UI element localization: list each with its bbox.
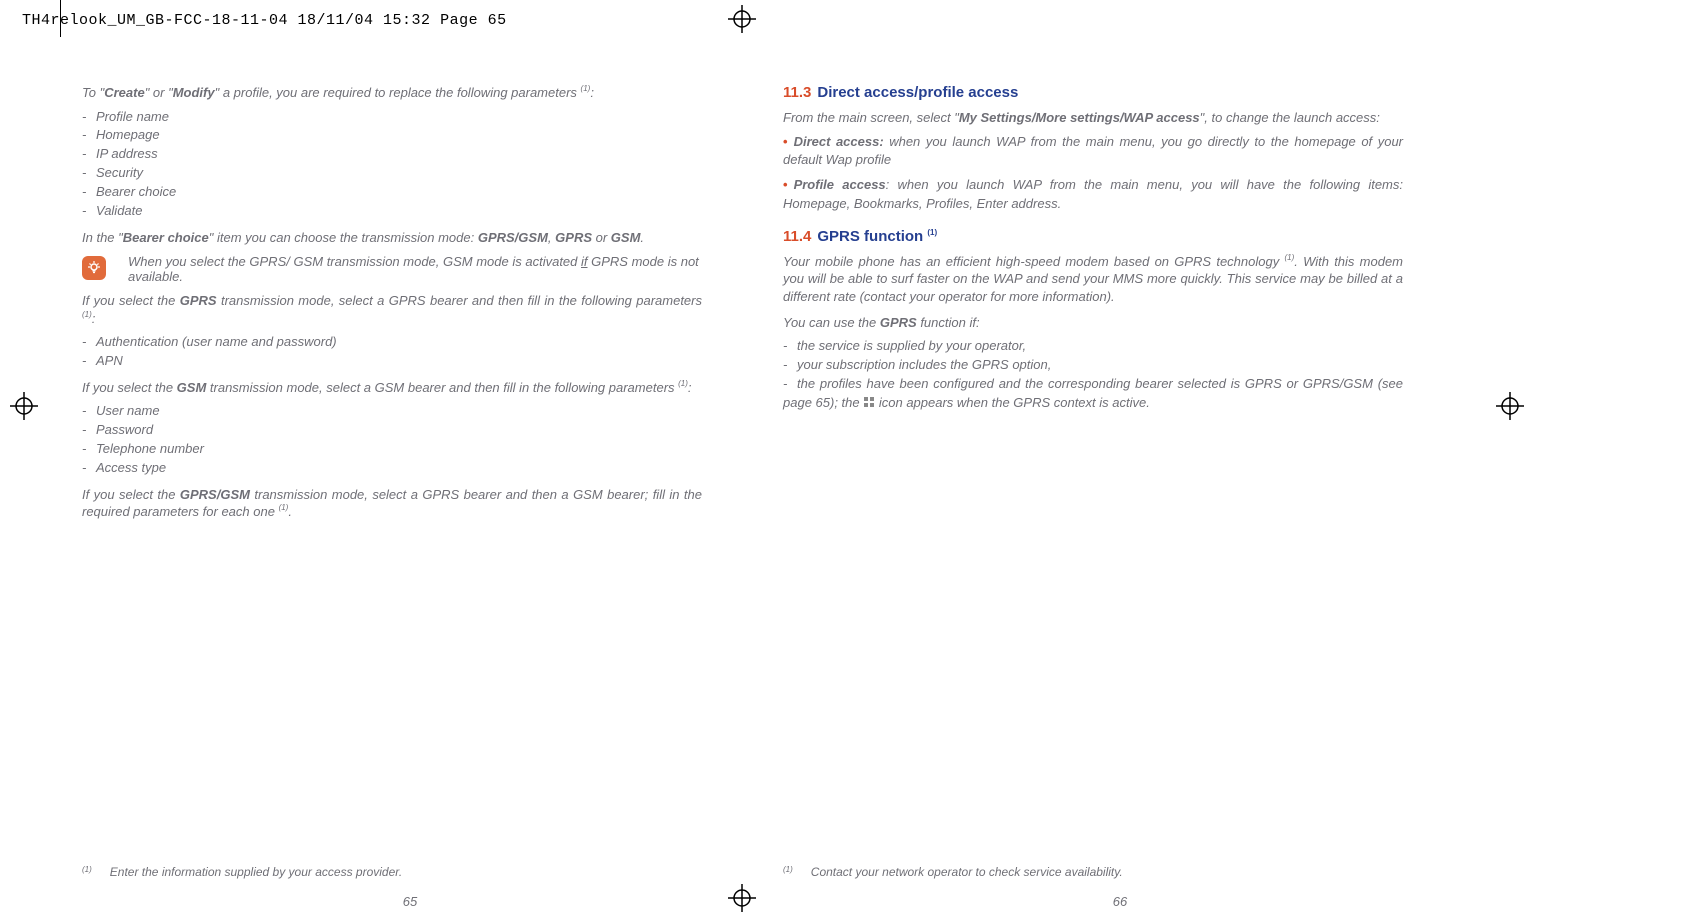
gprs-use-intro: You can use the GPRS function if: — [783, 314, 1403, 332]
text: To " — [82, 85, 104, 100]
text-bold: GSM — [177, 380, 207, 395]
list-item: -Authentication (user name and password) — [82, 333, 702, 352]
gprs-icon — [863, 396, 875, 408]
list-item: -Security — [82, 164, 702, 183]
text-bold: Direct access: — [794, 134, 884, 149]
intro-paragraph: To "Create" or "Modify" a profile, you a… — [82, 84, 702, 102]
text: . — [640, 230, 644, 245]
text: transmission mode, select a GSM bearer a… — [206, 380, 678, 395]
list-item: -Telephone number — [82, 440, 702, 459]
gsm-select-paragraph: If you select the GSM transmission mode,… — [82, 379, 702, 397]
gsm-params-list: -User name -Password -Telephone number -… — [82, 402, 702, 477]
text-bold: GPRS — [180, 293, 217, 308]
text: Your mobile phone has an efficient high-… — [783, 254, 1284, 269]
footnote-mark: (1) — [82, 865, 92, 874]
list-item: -APN — [82, 352, 702, 371]
print-header: TH4relook_UM_GB-FCC-18-11-04 18/11/04 15… — [22, 12, 507, 29]
list-item: -User name — [82, 402, 702, 421]
text: : — [92, 311, 96, 326]
text: If you select the — [82, 293, 180, 308]
gprs-select-paragraph: If you select the GPRS transmission mode… — [82, 292, 702, 327]
text: If you select the — [82, 380, 177, 395]
text-bold: Modify — [173, 85, 215, 100]
footnote-text: Enter the information supplied by your a… — [110, 865, 402, 879]
page-number-right: 66 — [1100, 894, 1140, 909]
tip-text: When you select the GPRS/ GSM transmissi… — [128, 254, 702, 284]
tip-box: When you select the GPRS/ GSM transmissi… — [82, 254, 702, 284]
list-item: -IP address — [82, 145, 702, 164]
footnote-mark: (1) — [783, 865, 793, 874]
wap-access-paragraph: From the main screen, select "My Setting… — [783, 109, 1403, 127]
heading-title: Direct access/profile access — [817, 84, 1018, 101]
gprs-conditions-list: -the service is supplied by your operato… — [783, 337, 1403, 412]
text: or — [592, 230, 611, 245]
text-bold: Profile access — [794, 177, 886, 192]
list-item: -the service is supplied by your operato… — [783, 337, 1403, 356]
footnote-right: (1) Contact your network operator to chec… — [783, 865, 1403, 879]
page-65: To "Create" or "Modify" a profile, you a… — [82, 84, 702, 527]
heading-11-3: 11.3 Direct access/profile access — [783, 84, 1403, 101]
text-bold: GPRS — [555, 230, 592, 245]
footnote-ref: (1) — [581, 84, 591, 93]
text: transmission mode, select a GPRS bearer … — [217, 293, 702, 308]
gprs-gsm-paragraph: If you select the GPRS/GSM transmission … — [82, 486, 702, 521]
text: In the " — [82, 230, 123, 245]
heading-11-4: 11.4 GPRS function (1) — [783, 228, 1403, 245]
footnote-ref: (1) — [82, 310, 92, 319]
text: : — [590, 85, 594, 100]
lightbulb-icon — [82, 256, 106, 280]
profile-params-list: -Profile name -Homepage -IP address -Sec… — [82, 108, 702, 221]
list-item: -your subscription includes the GPRS opt… — [783, 356, 1403, 375]
text-bold: My Settings/More settings/WAP access — [959, 110, 1200, 125]
gprs-params-list: -Authentication (user name and password)… — [82, 333, 702, 371]
registration-mark-bottom — [728, 884, 756, 912]
page-66: 11.3 Direct access/profile access From th… — [783, 84, 1403, 418]
bearer-choice-paragraph: In the "Bearer choice" item you can choo… — [82, 229, 702, 247]
text-bold: GPRS/GSM — [478, 230, 548, 245]
text: : — [688, 380, 692, 395]
footnote-ref: (1) — [279, 503, 289, 512]
list-item: -Bearer choice — [82, 183, 702, 202]
text: You can use the — [783, 315, 880, 330]
list-item: -Access type — [82, 459, 702, 478]
list-item: -Password — [82, 421, 702, 440]
page-number-left: 65 — [390, 894, 430, 909]
footnote-ref: (1) — [927, 228, 937, 237]
footnote-text: Contact your network operator to check s… — [811, 865, 1123, 879]
list-item: •Direct access: when you launch WAP from… — [783, 133, 1403, 171]
text: " item you can choose the transmission m… — [209, 230, 478, 245]
footnote-ref: (1) — [678, 379, 688, 388]
registration-mark-top — [728, 5, 756, 33]
crop-mark — [60, 0, 61, 37]
text: " a profile, you are required to replace… — [215, 85, 581, 100]
text: icon appears when the GPRS context is ac… — [879, 395, 1150, 410]
heading-number: 11.3 — [783, 84, 811, 101]
footnote-ref: (1) — [1284, 253, 1294, 262]
text: ", to change the launch access: — [1200, 110, 1380, 125]
list-item: •Profile access: when you launch WAP fro… — [783, 176, 1403, 214]
list-item: -Profile name — [82, 108, 702, 127]
text: From the main screen, select " — [783, 110, 959, 125]
text-bold: Create — [104, 85, 144, 100]
registration-mark-right — [1496, 392, 1524, 420]
list-item: -Validate — [82, 202, 702, 221]
list-item: -Homepage — [82, 126, 702, 145]
text-bold: GPRS — [880, 315, 917, 330]
text-bold: Bearer choice — [123, 230, 209, 245]
text: . — [288, 504, 292, 519]
heading-number: 11.4 — [783, 228, 811, 245]
text: " or " — [145, 85, 173, 100]
heading-title: GPRS function — [817, 228, 927, 245]
footnote-left: (1) Enter the information supplied by you… — [82, 865, 702, 879]
list-item: -the profiles have been configured and t… — [783, 375, 1403, 413]
text-bold: GSM — [611, 230, 641, 245]
text: function if: — [917, 315, 980, 330]
registration-mark-left — [10, 392, 38, 420]
text-bold: GPRS/GSM — [180, 487, 250, 502]
gprs-modem-paragraph: Your mobile phone has an efficient high-… — [783, 253, 1403, 306]
access-options-list: •Direct access: when you launch WAP from… — [783, 133, 1403, 214]
text: If you select the — [82, 487, 180, 502]
